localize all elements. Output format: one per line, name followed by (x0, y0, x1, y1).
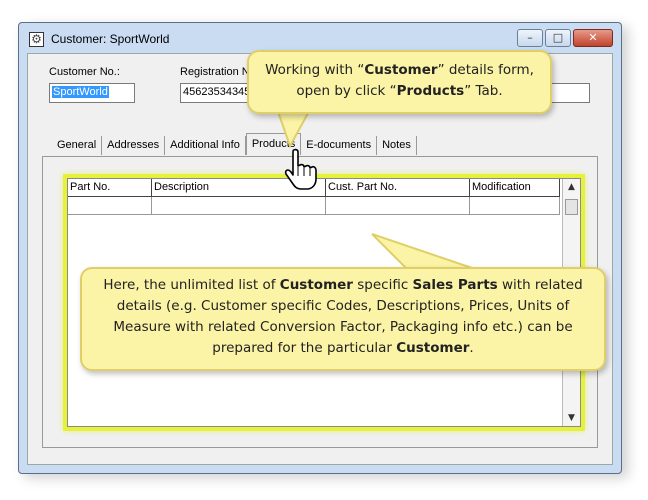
window-controls: – □ ✕ (517, 29, 613, 47)
tab-additional-info[interactable]: Additional Info (165, 136, 246, 155)
grid-cell[interactable] (326, 197, 470, 215)
col-part-no[interactable]: Part No. (68, 179, 152, 197)
callout-bottom: Here, the unlimited list of Customer spe… (80, 267, 606, 371)
scroll-thumb[interactable] (565, 199, 578, 215)
grid-cell[interactable] (68, 197, 152, 215)
grid-cell[interactable] (152, 197, 326, 215)
scroll-down-icon[interactable]: ▼ (563, 410, 580, 426)
grid-header: Part No. Description Cust. Part No. Modi… (68, 179, 580, 197)
customer-no-label: Customer No.: (49, 66, 120, 78)
close-button[interactable]: ✕ (573, 29, 613, 47)
tab-notes[interactable]: Notes (377, 136, 417, 155)
registration-label: Registration N (180, 66, 250, 78)
tab-strip: General Addresses Additional Info Produc… (52, 133, 417, 158)
col-cust-part-no[interactable]: Cust. Part No. (326, 179, 470, 197)
customer-no-value: SportWorld (52, 86, 109, 98)
tab-general[interactable]: General (52, 136, 103, 155)
callout-top: Working with “Customer” details form, op… (247, 50, 552, 114)
grid-cell[interactable] (470, 197, 560, 215)
window-title: Customer: SportWorld (51, 32, 170, 46)
tab-addresses[interactable]: Addresses (102, 136, 166, 155)
maximize-button[interactable]: □ (545, 29, 571, 47)
title-bar[interactable]: ⚙ Customer: SportWorld – □ ✕ (19, 23, 621, 53)
col-modification[interactable]: Modification (470, 179, 560, 197)
hand-pointer-icon (284, 148, 317, 190)
customer-no-field[interactable]: SportWorld (49, 83, 135, 103)
scroll-up-icon[interactable]: ▲ (563, 179, 580, 195)
minimize-button[interactable]: – (517, 29, 543, 47)
app-icon: ⚙ (29, 32, 44, 47)
